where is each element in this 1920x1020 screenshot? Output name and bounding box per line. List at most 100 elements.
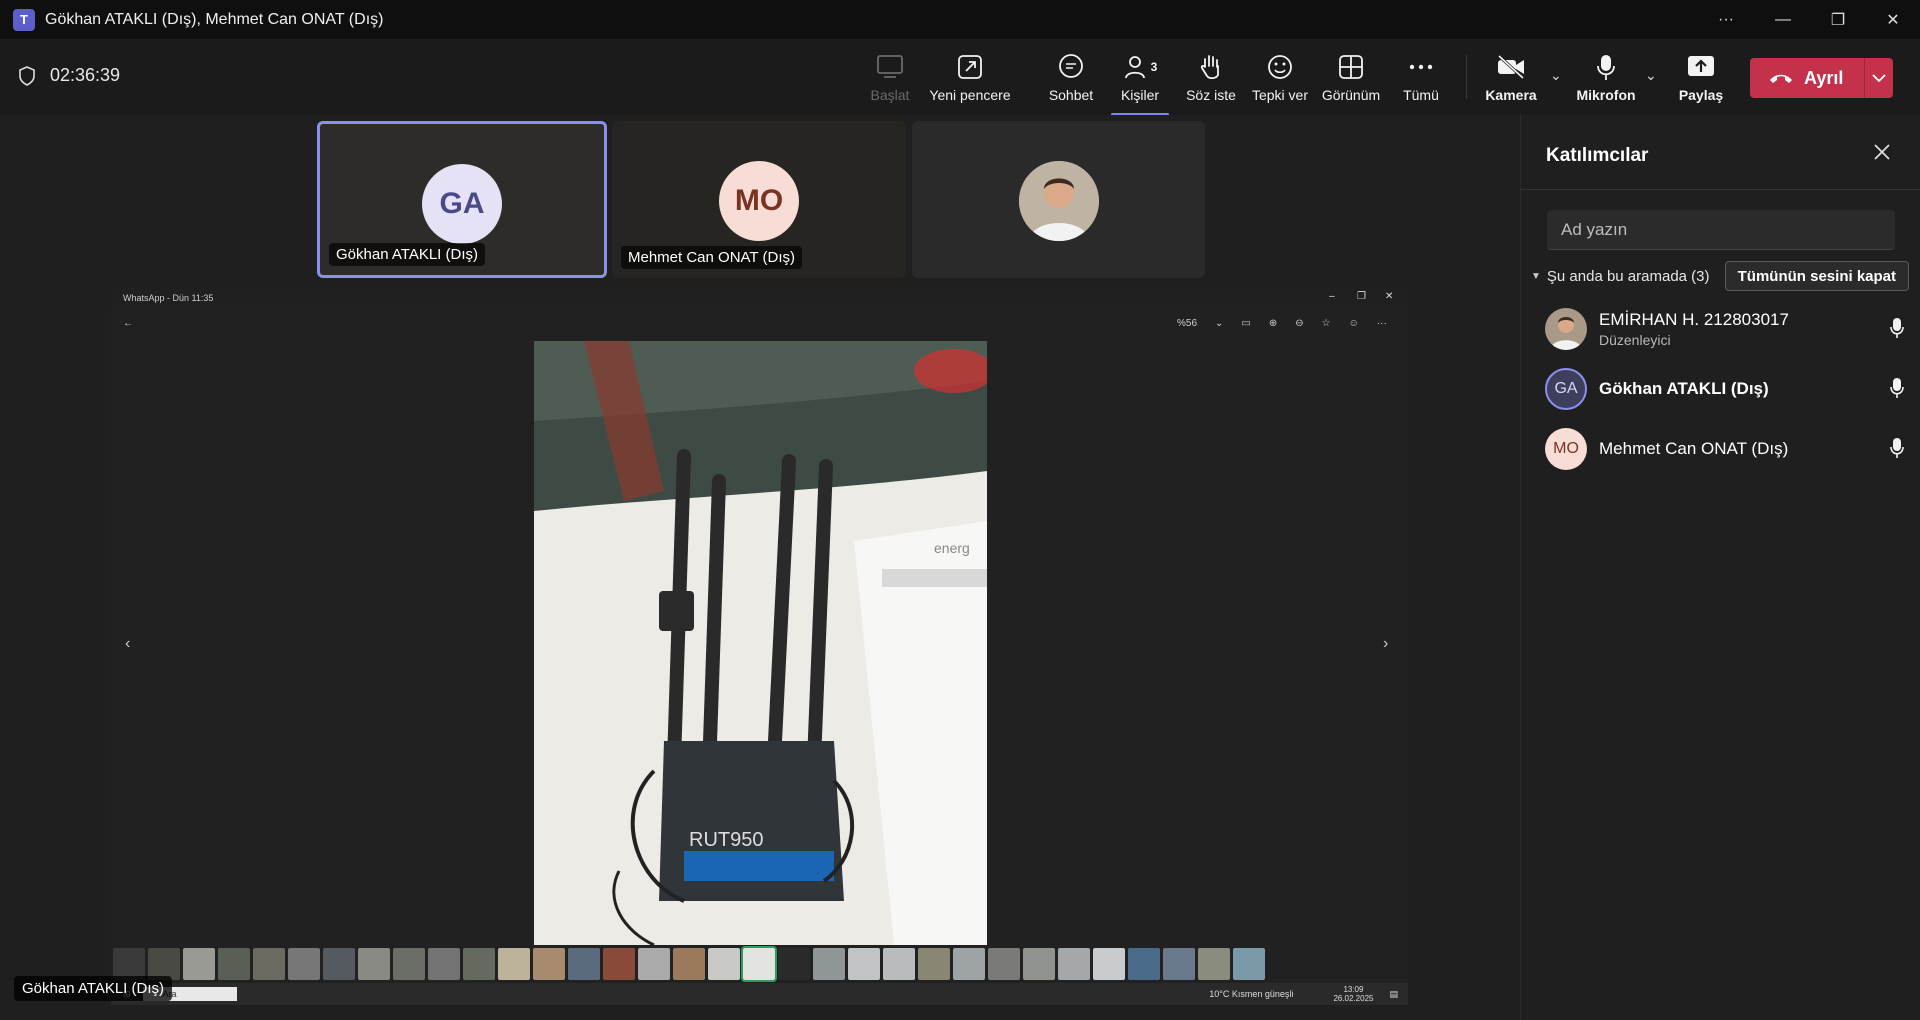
hang-up-icon (1770, 74, 1792, 83)
microphone-icon (1597, 55, 1615, 80)
back-arrow-icon: ← (123, 317, 133, 329)
avatar: MO (719, 161, 799, 241)
participant-name-tag: Gökhan ATAKLI (Dış) (329, 243, 485, 266)
start-label: Başlat (870, 87, 910, 103)
shared-window-titlebar: WhatsApp - Dün 11:35 – ❐ ✕ (111, 288, 1408, 308)
svg-text:RUT950: RUT950 (689, 829, 763, 851)
chat-icon (1059, 54, 1083, 78)
participant-tile[interactable]: MO Mehmet Can ONAT (Dış) (612, 121, 906, 278)
microphone-icon (1889, 437, 1905, 464)
section-label: Şu anda bu aramada (3) (1546, 267, 1710, 285)
more-options-icon[interactable]: ··· (1703, 0, 1749, 39)
taskbar-time: 13:09 (1343, 985, 1364, 994)
shared-restore-icon: ❐ (1357, 291, 1366, 302)
chat-label: Sohbet (1048, 87, 1094, 103)
participant-name-tag: Mehmet Can ONAT (Dış) (621, 246, 802, 269)
collapse-triangle-icon: ▼ (1531, 270, 1541, 282)
participant-tile[interactable] (912, 121, 1205, 278)
shield-icon (19, 65, 35, 86)
close-panel-icon[interactable] (1873, 143, 1891, 167)
emoji-icon: ☺ (1348, 317, 1359, 329)
participant-name: EMİRHAN H. 212803017 (1599, 310, 1789, 329)
fit-icon: ▭ (1241, 317, 1251, 329)
participant-row[interactable]: GA Gökhan ATAKLI (Dış) (1545, 365, 1905, 413)
camera-button[interactable]: Kamera (1473, 51, 1549, 109)
share-label: Paylaş (1678, 87, 1724, 103)
leave-options-chevron-icon[interactable] (1865, 73, 1893, 83)
react-button[interactable]: Tepki ver (1242, 51, 1318, 109)
more-actions-button[interactable]: Tümü (1383, 51, 1459, 109)
zoom-in-icon: ⊕ (1268, 317, 1278, 329)
grid-view-icon (1339, 55, 1363, 79)
share-button[interactable]: Paylaş (1663, 51, 1739, 109)
microphone-icon (1889, 377, 1905, 404)
emoji-icon (1268, 55, 1292, 79)
notification-icon: ▤ (1389, 988, 1398, 999)
panel-title: Katılımcılar (1546, 145, 1649, 166)
people-icon (1124, 56, 1145, 79)
participant-row[interactable]: MO Mehmet Can ONAT (Dış) (1545, 425, 1905, 473)
meeting-toolbar: 02:36:39 Başlat Yeni pencere Sohbet 3 Ki… (0, 39, 1920, 116)
shared-taskbar: ⊞ Ara 10°C Kısmen güneşli 13:09 26.02.20… (111, 983, 1408, 1005)
camera-label: Kamera (1485, 87, 1537, 103)
microphone-button[interactable]: Mikrofon (1568, 51, 1644, 109)
microphone-label: Mikrofon (1576, 87, 1636, 103)
shared-viewer-toolbar: %56 ⌄ ▭ ⊕ ⊖ ☆ ☺ ··· (1177, 315, 1387, 331)
avatar: GA (422, 164, 502, 244)
participants-panel: Katılımcılar ▼ Şu anda bu aramada (3) Tü… (1520, 115, 1920, 1020)
chat-button[interactable]: Sohbet (1033, 51, 1109, 109)
share-screen-icon (1688, 56, 1714, 76)
screen-icon (877, 55, 903, 78)
people-count: 3 (1150, 60, 1158, 74)
teams-logo-icon: T (13, 8, 35, 31)
zoom-chevron-icon: ⌄ (1215, 317, 1224, 329)
profile-photo-avatar (1018, 161, 1099, 241)
self-name-tag: Gökhan ATAKLI (Dış) (14, 976, 172, 1001)
ellipsis-icon (1409, 64, 1433, 70)
microphone-icon (1889, 317, 1905, 344)
avatar: MO (1545, 428, 1587, 470)
view-button[interactable]: Görünüm (1313, 51, 1389, 109)
pop-out-icon (958, 55, 982, 79)
mute-all-button[interactable]: Tümünün sesini kapat (1724, 261, 1909, 291)
window-title: Gökhan ATAKLI (Dış), Mehmet Can ONAT (Dı… (45, 10, 384, 28)
zoom-out-icon: ⊖ (1295, 317, 1304, 329)
shared-photo-router: energ RUT950 (534, 341, 987, 945)
title-bar: T Gökhan ATAKLI (Dış), Mehmet Can ONAT (… (0, 0, 1920, 39)
participant-row[interactable]: EMİRHAN H. 212803017 Düzenleyici (1545, 305, 1905, 353)
leave-label: Ayrıl (1804, 67, 1844, 88)
meeting-stage: GA Gökhan ATAKLI (Dış) MO Mehmet Can ONA… (0, 115, 1520, 1020)
more-icon: ··· (1376, 317, 1387, 329)
weather-text: 10°C Kısmen güneşli (1209, 989, 1294, 999)
shared-minimize-icon: – (1329, 291, 1335, 302)
participant-tile[interactable]: GA Gökhan ATAKLI (Dış) (317, 121, 607, 278)
zoom-level: %56 (1177, 317, 1198, 329)
svg-text:energ: energ (934, 540, 970, 556)
start-button[interactable]: Başlat (852, 51, 928, 109)
new-window-button[interactable]: Yeni pencere (929, 51, 1011, 109)
avatar: GA (1545, 368, 1587, 410)
taskbar-clock: 13:09 26.02.2025 (1333, 985, 1373, 1003)
new-window-label: Yeni pencere (929, 87, 1011, 103)
microphone-options-chevron-icon[interactable]: ⌄ (1645, 67, 1657, 84)
shared-screen: WhatsApp - Dün 11:35 – ❐ ✕ ← %56 ⌄ ▭ ⊕ ⊖… (111, 288, 1410, 1005)
taskbar-date: 26.02.2025 (1333, 994, 1374, 1003)
minimize-button[interactable]: — (1760, 0, 1806, 39)
photo-thumbnail-strip (111, 946, 1410, 982)
people-button[interactable]: 3 Kişiler (1102, 51, 1178, 116)
panel-divider (1521, 189, 1920, 190)
restore-button[interactable]: ❐ (1815, 0, 1861, 39)
raise-hand-button[interactable]: Söz iste (1173, 51, 1249, 109)
view-label: Görünüm (1321, 87, 1381, 103)
camera-options-chevron-icon[interactable]: ⌄ (1550, 67, 1562, 84)
toolbar-divider (1466, 55, 1467, 99)
meeting-timer: 02:36:39 (18, 65, 120, 86)
avatar (1545, 308, 1587, 350)
close-window-button[interactable]: ✕ (1870, 0, 1916, 39)
camera-off-icon (1497, 54, 1525, 80)
more-actions-label: Tümü (1403, 87, 1439, 103)
react-label: Tepki ver (1251, 87, 1309, 103)
raise-hand-label: Söz iste (1186, 87, 1236, 103)
participant-search-input[interactable] (1547, 210, 1895, 250)
leave-button[interactable]: Ayrıl (1750, 58, 1893, 98)
